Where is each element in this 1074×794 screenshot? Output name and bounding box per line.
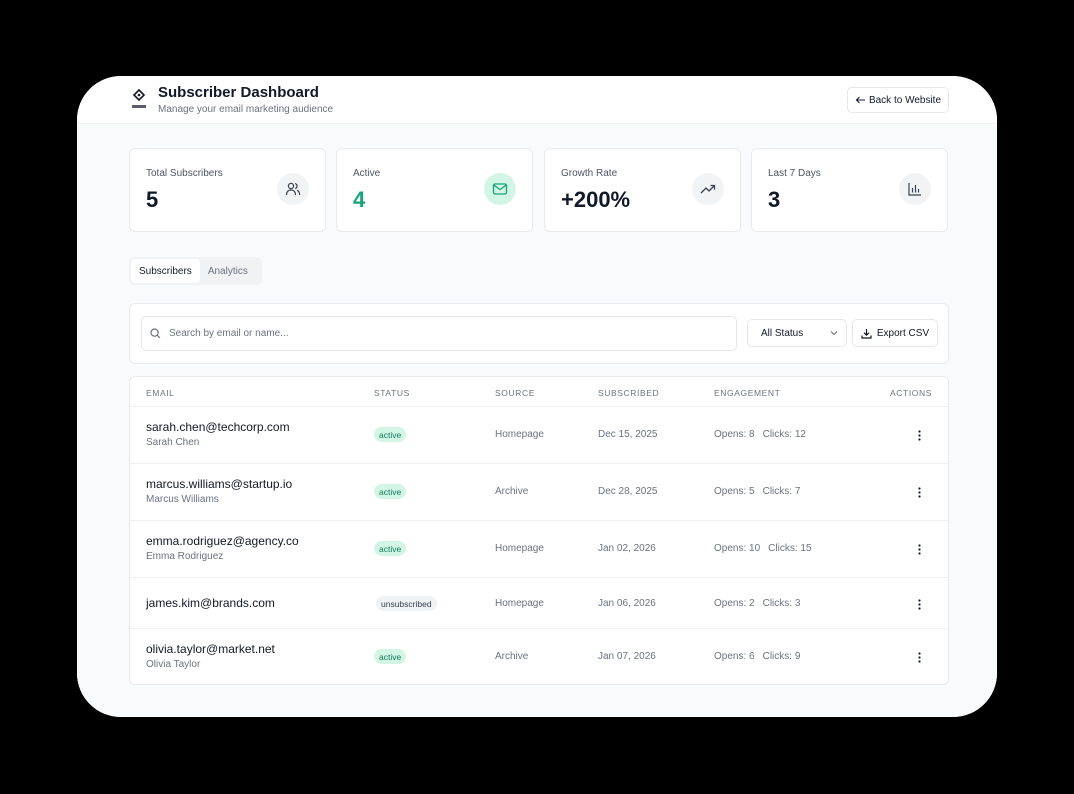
table-row[interactable]: sarah.chen@techcorp.com Sarah Chen activ… — [130, 407, 948, 464]
stat-label: Total Subscribers — [146, 168, 223, 179]
column-header-email[interactable]: EMAIL — [146, 388, 175, 398]
status-filter-select[interactable]: All Status — [747, 319, 847, 347]
tab-analytics[interactable]: Analytics — [200, 259, 256, 283]
main-content: Total Subscribers 5 Active 4 Growth Rate… — [77, 125, 997, 717]
engagement-cell: Opens: 8 Clicks: 12 — [714, 429, 814, 440]
search-box — [141, 316, 737, 351]
logo-icon — [132, 89, 146, 108]
opens-count: Opens: 8 — [714, 429, 755, 440]
subscriber-email: marcus.williams@startup.io — [146, 477, 293, 491]
engagement-cell: Opens: 5 Clicks: 7 — [714, 486, 808, 497]
engagement-cell: Opens: 2 Clicks: 3 — [714, 598, 808, 609]
status-badge: active — [374, 484, 407, 499]
clicks-count: Clicks: 15 — [768, 543, 812, 554]
page-subtitle: Manage your email marketing audience — [158, 104, 334, 115]
stat-value: 4 — [353, 187, 366, 212]
status-badge: active — [374, 541, 407, 556]
subscriber-email: olivia.taylor@market.net — [146, 642, 275, 656]
header: Subscriber Dashboard Manage your email m… — [77, 76, 997, 124]
column-header-status[interactable]: STATUS — [374, 388, 410, 398]
search-input[interactable] — [169, 328, 709, 339]
source-cell: Homepage — [495, 543, 544, 554]
page-title: Subscriber Dashboard — [158, 84, 319, 101]
column-header-actions: ACTIONS — [890, 388, 932, 398]
clicks-count: Clicks: 7 — [762, 486, 801, 497]
stat-label: Last 7 Days — [768, 168, 821, 179]
table-row[interactable]: olivia.taylor@market.net Olivia Taylor a… — [130, 629, 948, 684]
source-cell: Homepage — [495, 429, 544, 440]
opens-count: Opens: 10 — [714, 543, 761, 554]
mail-icon — [484, 173, 516, 205]
column-header-source[interactable]: SOURCE — [495, 388, 535, 398]
arrow-left-icon — [855, 96, 865, 104]
stat-value: 3 — [768, 187, 781, 212]
filter-toolbar: All Status Export CSV — [129, 303, 949, 364]
engagement-cell: Opens: 6 Clicks: 9 — [714, 651, 808, 662]
clicks-count: Clicks: 9 — [762, 651, 801, 662]
column-header-subscribed[interactable]: SUBSCRIBED — [598, 388, 659, 398]
status-badge: active — [374, 427, 407, 442]
stat-card-total-subscribers: Total Subscribers 5 — [129, 148, 326, 232]
source-cell: Archive — [495, 486, 529, 497]
back-to-website-button[interactable]: Back to Website — [847, 87, 949, 113]
subscriber-email: sarah.chen@techcorp.com — [146, 420, 290, 434]
chevron-down-icon — [830, 331, 838, 336]
clicks-count: Clicks: 3 — [762, 598, 801, 609]
download-icon — [861, 328, 872, 339]
opens-count: Opens: 5 — [714, 486, 755, 497]
users-icon — [277, 173, 309, 205]
stat-value: +200% — [561, 187, 631, 212]
column-header-engagement[interactable]: ENGAGEMENT — [714, 388, 780, 398]
row-actions-menu-icon[interactable] — [914, 485, 924, 499]
table-row[interactable]: marcus.williams@startup.io Marcus Willia… — [130, 464, 948, 521]
status-badge: unsubscribed — [376, 596, 437, 611]
source-cell: Homepage — [495, 598, 544, 609]
export-csv-label: Export CSV — [876, 327, 930, 339]
subscribed-date-cell: Jan 07, 2026 — [598, 651, 656, 662]
view-tabs: Subscribers Analytics — [129, 257, 262, 285]
export-csv-button[interactable]: Export CSV — [852, 319, 938, 347]
subscriber-email: emma.rodriguez@agency.co — [146, 534, 299, 548]
source-cell: Archive — [495, 651, 529, 662]
subscriber-name: Marcus Williams — [146, 494, 219, 505]
subscribed-date-cell: Dec 15, 2025 — [598, 429, 658, 440]
stat-value: 5 — [146, 187, 159, 212]
subscriber-email: james.kim@brands.com — [146, 596, 275, 610]
status-filter-value: All Status — [761, 327, 804, 339]
table-header: EMAIL STATUS SOURCE SUBSCRIBED ENGAGEMEN… — [130, 377, 948, 407]
table-row[interactable]: james.kim@brands.com unsubscribed Homepa… — [130, 578, 948, 629]
app-window: Subscriber Dashboard Manage your email m… — [77, 76, 997, 717]
status-badge: active — [374, 649, 407, 664]
stat-card-growth-rate: Growth Rate +200% — [544, 148, 741, 232]
subscriber-name: Emma Rodriguez — [146, 551, 224, 562]
stat-card-last-7-days: Last 7 Days 3 — [751, 148, 948, 232]
row-actions-menu-icon[interactable] — [914, 597, 924, 611]
opens-count: Opens: 6 — [714, 651, 755, 662]
search-icon — [150, 328, 161, 339]
opens-count: Opens: 2 — [714, 598, 755, 609]
subscriber-name: Sarah Chen — [146, 437, 200, 448]
back-button-label: Back to Website — [868, 94, 942, 106]
subscribers-table: EMAIL STATUS SOURCE SUBSCRIBED ENGAGEMEN… — [129, 376, 949, 685]
stat-card-active: Active 4 — [336, 148, 533, 232]
stat-label: Active — [353, 168, 381, 179]
row-actions-menu-icon[interactable] — [914, 428, 924, 442]
subscribed-date-cell: Jan 06, 2026 — [598, 598, 656, 609]
clicks-count: Clicks: 12 — [762, 429, 806, 440]
row-actions-menu-icon[interactable] — [914, 650, 924, 664]
tab-subscribers[interactable]: Subscribers — [131, 259, 200, 283]
row-actions-menu-icon[interactable] — [914, 542, 924, 556]
stat-label: Growth Rate — [561, 168, 618, 179]
bar-chart-icon — [899, 173, 931, 205]
trending-up-icon — [692, 173, 724, 205]
subscriber-name: Olivia Taylor — [146, 659, 201, 670]
subscribed-date-cell: Dec 28, 2025 — [598, 486, 658, 497]
engagement-cell: Opens: 10 Clicks: 15 — [714, 543, 820, 554]
subscribed-date-cell: Jan 02, 2026 — [598, 543, 656, 554]
table-row[interactable]: emma.rodriguez@agency.co Emma Rodriguez … — [130, 521, 948, 578]
